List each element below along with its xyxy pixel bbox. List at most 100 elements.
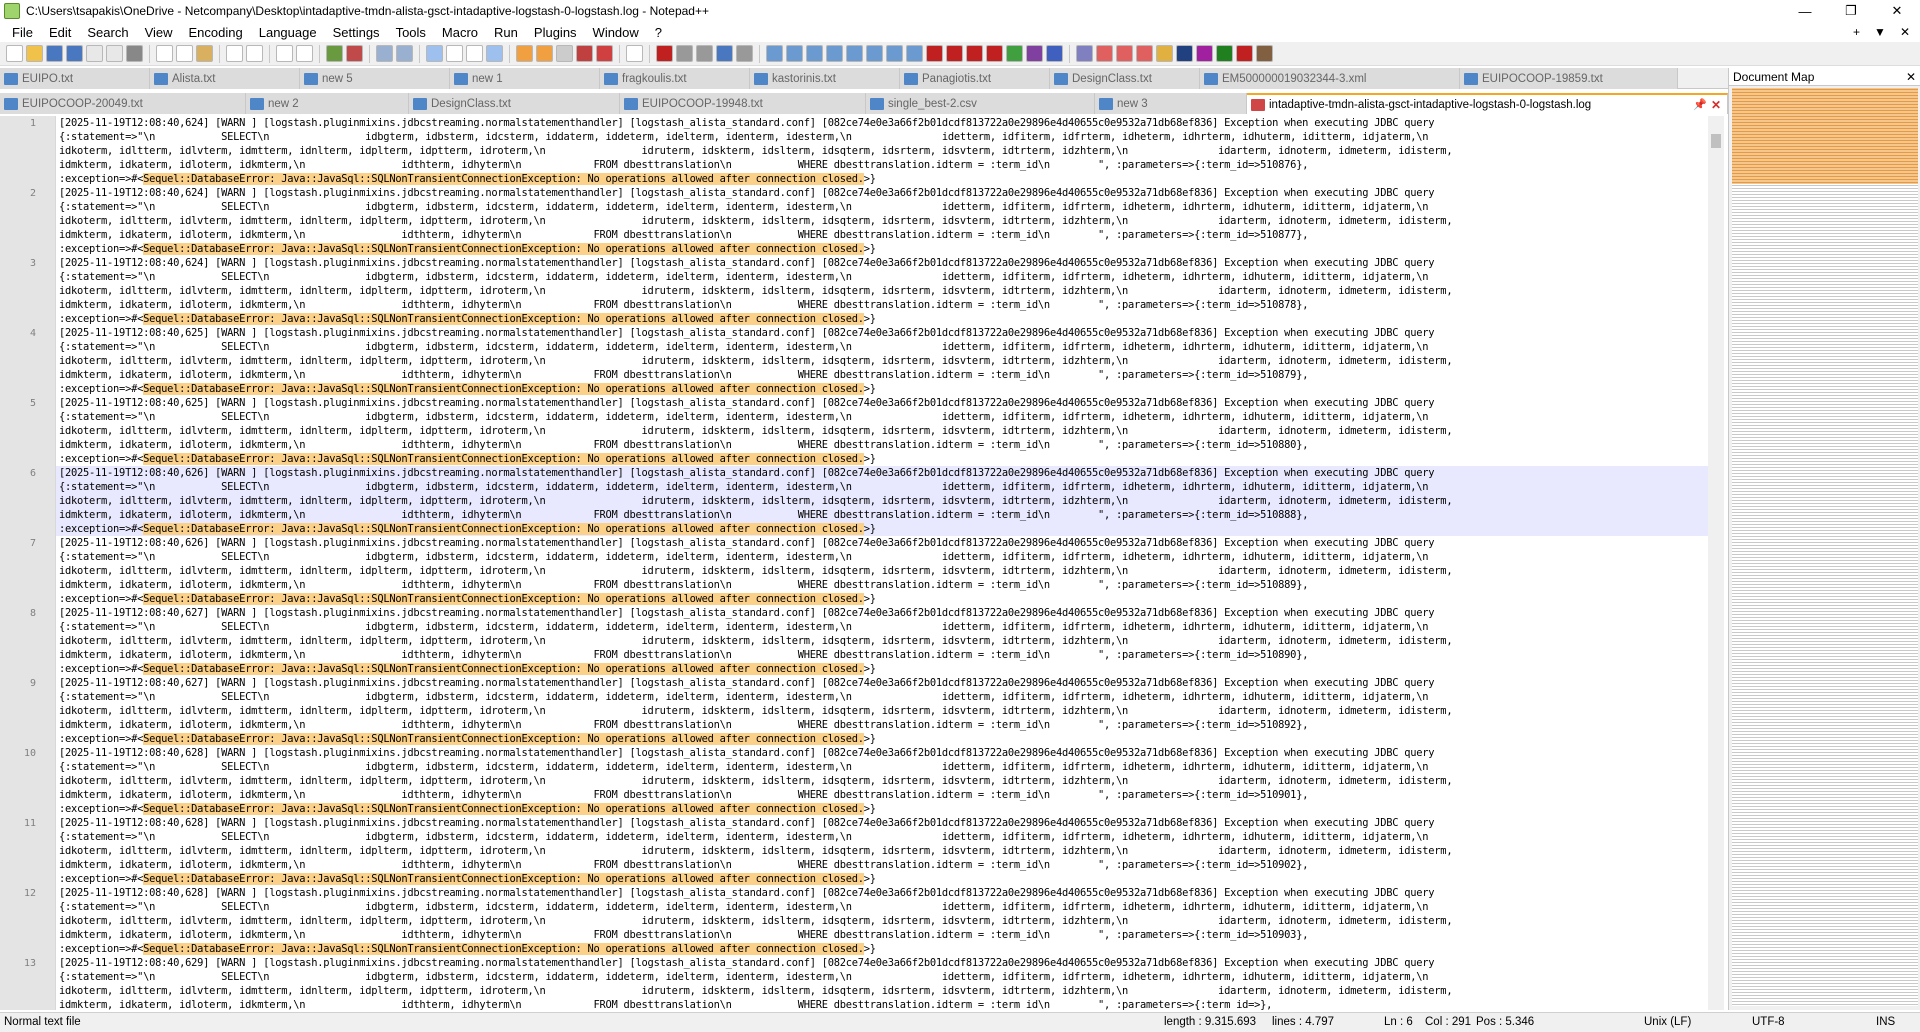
bookmark-prev-icon[interactable] [946,45,963,62]
scrollbar-thumb[interactable] [1711,134,1721,148]
plugin-3-icon[interactable] [806,45,823,62]
tab-r1-0[interactable]: EUIPO.txt [0,68,150,89]
menu-file[interactable]: File [4,25,41,40]
save-all-icon[interactable] [66,45,83,62]
plugin-16-icon[interactable] [1156,45,1173,62]
plugin-21-icon[interactable] [1256,45,1273,62]
indent-guide-icon[interactable] [466,45,483,62]
close-tab-icon[interactable]: ✕ [1711,98,1721,112]
play-macro-icon[interactable] [696,45,713,62]
tab-r1-4[interactable]: fragkoulis.txt [600,68,750,89]
log-entry[interactable]: [2025-11-19T12:08:40,628] [WARN ] [logst… [56,746,1708,816]
bookmark-next-icon[interactable] [966,45,983,62]
log-entry[interactable]: [2025-11-19T12:08:40,629] [WARN ] [logst… [56,956,1708,1010]
plugin-6-icon[interactable] [866,45,883,62]
folder-workspace-icon[interactable] [576,45,593,62]
log-entry[interactable]: [2025-11-19T12:08:40,624] [WARN ] [logst… [56,256,1708,326]
tab-r2-1[interactable]: new 2 [246,93,409,114]
plugin-2-icon[interactable] [786,45,803,62]
undo-icon[interactable] [226,45,243,62]
zoom-in-icon[interactable] [326,45,343,62]
monitor-icon[interactable] [596,45,613,62]
tab-r1-5[interactable]: kastorinis.txt [750,68,900,89]
editor-area[interactable]: 1 2 3 4 5 6 7 8 9 10 11 12 13 [2025-11-19T12:08:40,6… [0,116,1724,1010]
plugin-4-icon[interactable] [826,45,843,62]
vertical-scrollbar[interactable] [1708,116,1724,1010]
stop-macro-icon[interactable] [676,45,693,62]
plugin-8-icon[interactable] [906,45,923,62]
plugin-19-icon[interactable] [1216,45,1233,62]
tab-r2-3[interactable]: EUIPOCOOP-19948.txt [620,93,866,114]
new-tab-button[interactable]: + [1853,25,1860,39]
log-entry[interactable]: [2025-11-19T12:08:40,626] [WARN ] [logst… [56,466,1708,536]
document-map-icon[interactable] [536,45,553,62]
replace-icon[interactable] [296,45,313,62]
bookmark-last-icon[interactable] [986,45,1003,62]
log-entry[interactable]: [2025-11-19T12:08:40,628] [WARN ] [logst… [56,886,1708,956]
plugin-5-icon[interactable] [846,45,863,62]
tab-r1-7[interactable]: DesignClass.txt [1050,68,1200,89]
tab-r1-2[interactable]: new 5 [300,68,450,89]
plugin-11-icon[interactable] [1046,45,1063,62]
log-entry[interactable]: [2025-11-19T12:08:40,625] [WARN ] [logst… [56,396,1708,466]
tab-r1-9[interactable]: EUIPOCOOP-19859.txt [1460,68,1678,89]
tab-r2-2[interactable]: DesignClass.txt [409,93,620,114]
plugin-14-icon[interactable] [1116,45,1133,62]
document-map-close-icon[interactable]: ✕ [1906,70,1916,84]
open-file-icon[interactable] [26,45,43,62]
menu-search[interactable]: Search [79,25,136,40]
maximize-button[interactable]: ❐ [1828,0,1874,22]
tab-r1-1[interactable]: Alista.txt [150,68,300,89]
plugin-15-icon[interactable] [1136,45,1153,62]
menu-plugins[interactable]: Plugins [526,25,585,40]
document-map-preview[interactable] [1732,88,1918,1006]
cut-icon[interactable] [156,45,173,62]
tab-r2-4[interactable]: single_best-2.csv [866,93,1095,114]
menu-edit[interactable]: Edit [41,25,79,40]
sync-horizontal-icon[interactable] [396,45,413,62]
sync-vertical-icon[interactable] [376,45,393,62]
run-macro-multiple-icon[interactable] [716,45,733,62]
plugin-18-icon[interactable] [1196,45,1213,62]
document-map-viewport[interactable] [1732,88,1918,184]
tab-r1-8[interactable]: EM500000019032344-3.xml [1200,68,1460,89]
view-icon[interactable] [626,45,643,62]
save-macro-icon[interactable] [736,45,753,62]
log-entry[interactable]: [2025-11-19T12:08:40,624] [WARN ] [logst… [56,186,1708,256]
plugin-7-icon[interactable] [886,45,903,62]
word-wrap-icon[interactable] [426,45,443,62]
close-icon[interactable] [86,45,103,62]
new-file-icon[interactable] [6,45,23,62]
menu-view[interactable]: View [137,25,181,40]
tab-r2-0[interactable]: EUIPOCOOP-20049.txt [0,93,246,114]
user-language-icon[interactable] [516,45,533,62]
tab-r2-5[interactable]: new 3 [1095,93,1247,114]
plugin-17-icon[interactable] [1176,45,1193,62]
function-list-icon[interactable] [556,45,573,62]
save-icon[interactable] [46,45,63,62]
tab-list-button[interactable]: ▼ [1874,25,1886,39]
plugin-13-icon[interactable] [1096,45,1113,62]
plugin-20-icon[interactable] [1236,45,1253,62]
close-all-icon[interactable] [106,45,123,62]
log-entry[interactable]: [2025-11-19T12:08:40,626] [WARN ] [logst… [56,536,1708,606]
menu-run[interactable]: Run [486,25,526,40]
print-icon[interactable] [126,45,143,62]
paste-icon[interactable] [196,45,213,62]
menu-encoding[interactable]: Encoding [181,25,251,40]
close-button[interactable]: ✕ [1874,0,1920,22]
menu-language[interactable]: Language [251,25,325,40]
tab-r1-3[interactable]: new 1 [450,68,600,89]
log-entry[interactable]: [2025-11-19T12:08:40,625] [WARN ] [logst… [56,326,1708,396]
find-icon[interactable] [276,45,293,62]
plugin-10-icon[interactable] [1026,45,1043,62]
copy-icon[interactable] [176,45,193,62]
menu-window[interactable]: Window [585,25,647,40]
bookmark-first-icon[interactable] [926,45,943,62]
log-entry[interactable]: [2025-11-19T12:08:40,627] [WARN ] [logst… [56,606,1708,676]
indent-icon[interactable] [486,45,503,62]
minimize-button[interactable]: — [1782,0,1828,22]
redo-icon[interactable] [246,45,263,62]
log-entry[interactable]: [2025-11-19T12:08:40,628] [WARN ] [logst… [56,816,1708,886]
tab-r2-6[interactable]: intadaptive-tmdn-alista-gsct-intadaptive… [1247,93,1728,114]
